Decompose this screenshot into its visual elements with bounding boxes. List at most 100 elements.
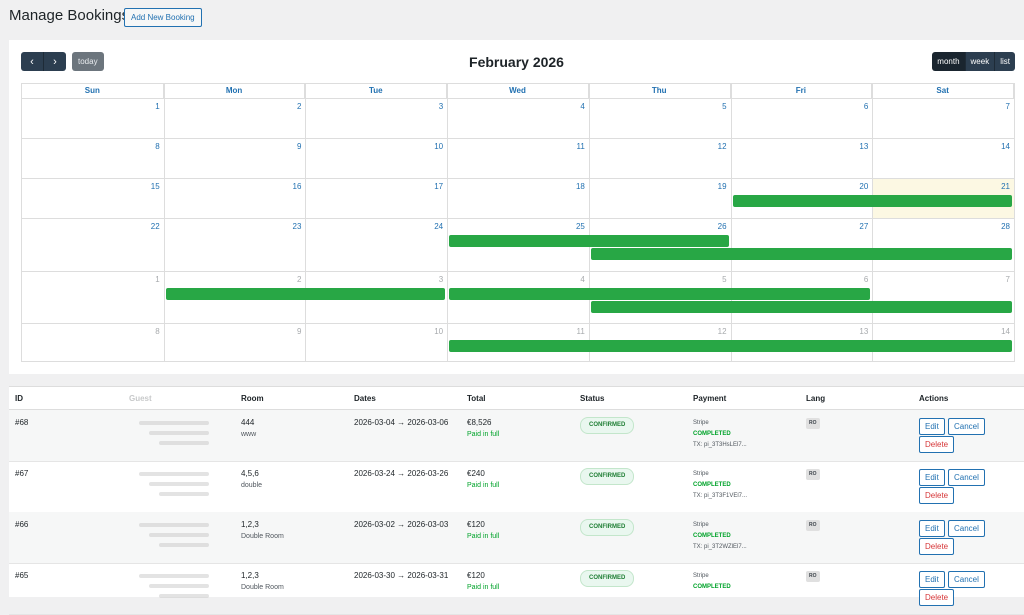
- day-number[interactable]: 3: [423, 275, 443, 284]
- day-number[interactable]: 9: [281, 142, 301, 151]
- edit-button[interactable]: Edit: [919, 571, 945, 588]
- booking-event[interactable]: [732, 195, 1012, 207]
- day-number[interactable]: 16: [281, 182, 302, 191]
- payment-status: COMPLETED: [693, 533, 731, 539]
- column-header: Actions: [919, 394, 949, 403]
- cancel-button[interactable]: Cancel: [948, 469, 985, 486]
- day-number[interactable]: 18: [565, 182, 585, 191]
- day-number[interactable]: 13: [848, 142, 868, 151]
- day-number[interactable]: 7: [990, 275, 1010, 284]
- day-number[interactable]: 11: [565, 142, 585, 151]
- day-number[interactable]: 6: [848, 275, 868, 284]
- booking-event[interactable]: [165, 288, 446, 300]
- day-number[interactable]: 20: [848, 182, 868, 191]
- day-number[interactable]: 2: [281, 102, 301, 111]
- day-number[interactable]: 21: [990, 182, 1010, 191]
- booking-event[interactable]: [590, 248, 1012, 260]
- day-number[interactable]: 23: [281, 222, 302, 231]
- payment-method: Stripe: [693, 522, 709, 528]
- day-number[interactable]: 10: [423, 142, 443, 151]
- grid-line: [872, 84, 874, 361]
- day-number[interactable]: 6: [848, 102, 868, 111]
- day-number[interactable]: 2: [281, 275, 301, 284]
- booking-event[interactable]: [590, 301, 1012, 313]
- day-number[interactable]: 1: [140, 275, 159, 284]
- view-month-button[interactable]: month: [932, 52, 965, 71]
- day-number[interactable]: 3: [423, 102, 443, 111]
- delete-button[interactable]: Delete: [919, 487, 955, 504]
- day-number[interactable]: 28: [990, 222, 1010, 231]
- cancel-button[interactable]: Cancel: [948, 520, 985, 537]
- day-number[interactable]: 13: [848, 327, 868, 336]
- dates-cell: 2026-03-24 → 2026-03-26: [354, 469, 449, 478]
- day-number[interactable]: 8: [140, 327, 159, 336]
- redacted-guest: [159, 441, 209, 445]
- booking-event[interactable]: [449, 288, 871, 300]
- day-number[interactable]: 22: [140, 222, 160, 231]
- grid-line: [447, 84, 449, 361]
- redacted-guest: [149, 431, 209, 435]
- lang-badge: RO: [806, 418, 820, 429]
- day-number[interactable]: 5: [707, 102, 726, 111]
- column-header: ID: [15, 394, 23, 403]
- delete-button[interactable]: Delete: [919, 538, 955, 555]
- redacted-guest: [149, 482, 209, 486]
- day-header: Thu: [589, 84, 731, 98]
- payment-method: Stripe: [693, 420, 709, 426]
- paid-status: Paid in full: [467, 482, 500, 489]
- payment-method: Stripe: [693, 471, 709, 477]
- day-number[interactable]: 19: [707, 182, 727, 191]
- add-new-booking-button[interactable]: Add New Booking: [124, 8, 202, 27]
- day-header: Sat: [872, 84, 1014, 98]
- payment-status: COMPLETED: [693, 431, 731, 437]
- delete-button[interactable]: Delete: [919, 589, 955, 606]
- day-header: Tue: [305, 84, 448, 98]
- view-week-button[interactable]: week: [964, 52, 995, 71]
- total-cell: €120 Paid in full: [467, 520, 499, 540]
- total-amount: €8,526: [467, 418, 492, 427]
- room-cell: 4,5,6 double: [241, 469, 262, 489]
- table-row: #65 1,2,3 Double Room 2026-03-30 → 2026-03-…: [9, 563, 1024, 615]
- day-number[interactable]: 7: [990, 102, 1010, 111]
- booking-event[interactable]: [449, 340, 1012, 352]
- day-number[interactable]: 24: [423, 222, 443, 231]
- day-number[interactable]: 4: [565, 102, 584, 111]
- day-number[interactable]: 12: [707, 327, 727, 336]
- day-number[interactable]: 25: [565, 222, 585, 231]
- day-number[interactable]: 27: [848, 222, 868, 231]
- redacted-guest: [139, 472, 209, 476]
- day-number[interactable]: 26: [707, 222, 727, 231]
- day-number[interactable]: 14: [990, 327, 1010, 336]
- payment-status: COMPLETED: [693, 584, 731, 590]
- column-header: Total: [467, 394, 486, 403]
- edit-button[interactable]: Edit: [919, 418, 945, 435]
- day-number[interactable]: 1: [140, 102, 159, 111]
- edit-button[interactable]: Edit: [919, 520, 945, 537]
- booking-id: #68: [15, 418, 29, 427]
- cancel-button[interactable]: Cancel: [948, 571, 985, 588]
- day-number[interactable]: 17: [423, 182, 443, 191]
- day-number[interactable]: 15: [140, 182, 160, 191]
- room-cell: 1,2,3 Double Room: [241, 571, 284, 591]
- status-badge: CONFIRMED: [580, 570, 635, 587]
- day-number[interactable]: 12: [707, 142, 727, 151]
- day-number[interactable]: 9: [281, 327, 301, 336]
- calendar-grid: Sun Mon Tue Wed Thu Fri Sat 1 2 3 4 5 6 7 8 9 10 11 12 13 14…: [21, 83, 1015, 362]
- edit-button[interactable]: Edit: [919, 469, 945, 486]
- booking-event[interactable]: [449, 235, 729, 247]
- column-header: Payment: [693, 394, 727, 403]
- room-number: 1,2,3: [241, 520, 259, 529]
- view-list-button[interactable]: list: [994, 52, 1015, 71]
- room-cell: 444 www: [241, 418, 256, 438]
- grid-line: [730, 84, 732, 361]
- day-number[interactable]: 5: [707, 275, 726, 284]
- cancel-button[interactable]: Cancel: [948, 418, 985, 435]
- day-number[interactable]: 8: [140, 142, 159, 151]
- day-number[interactable]: 10: [423, 327, 443, 336]
- day-number[interactable]: 4: [565, 275, 584, 284]
- lang-badge: RO: [806, 469, 820, 480]
- delete-button[interactable]: Delete: [919, 436, 955, 453]
- grid-line: [22, 138, 1014, 139]
- day-number[interactable]: 14: [990, 142, 1010, 151]
- day-number[interactable]: 11: [565, 327, 585, 336]
